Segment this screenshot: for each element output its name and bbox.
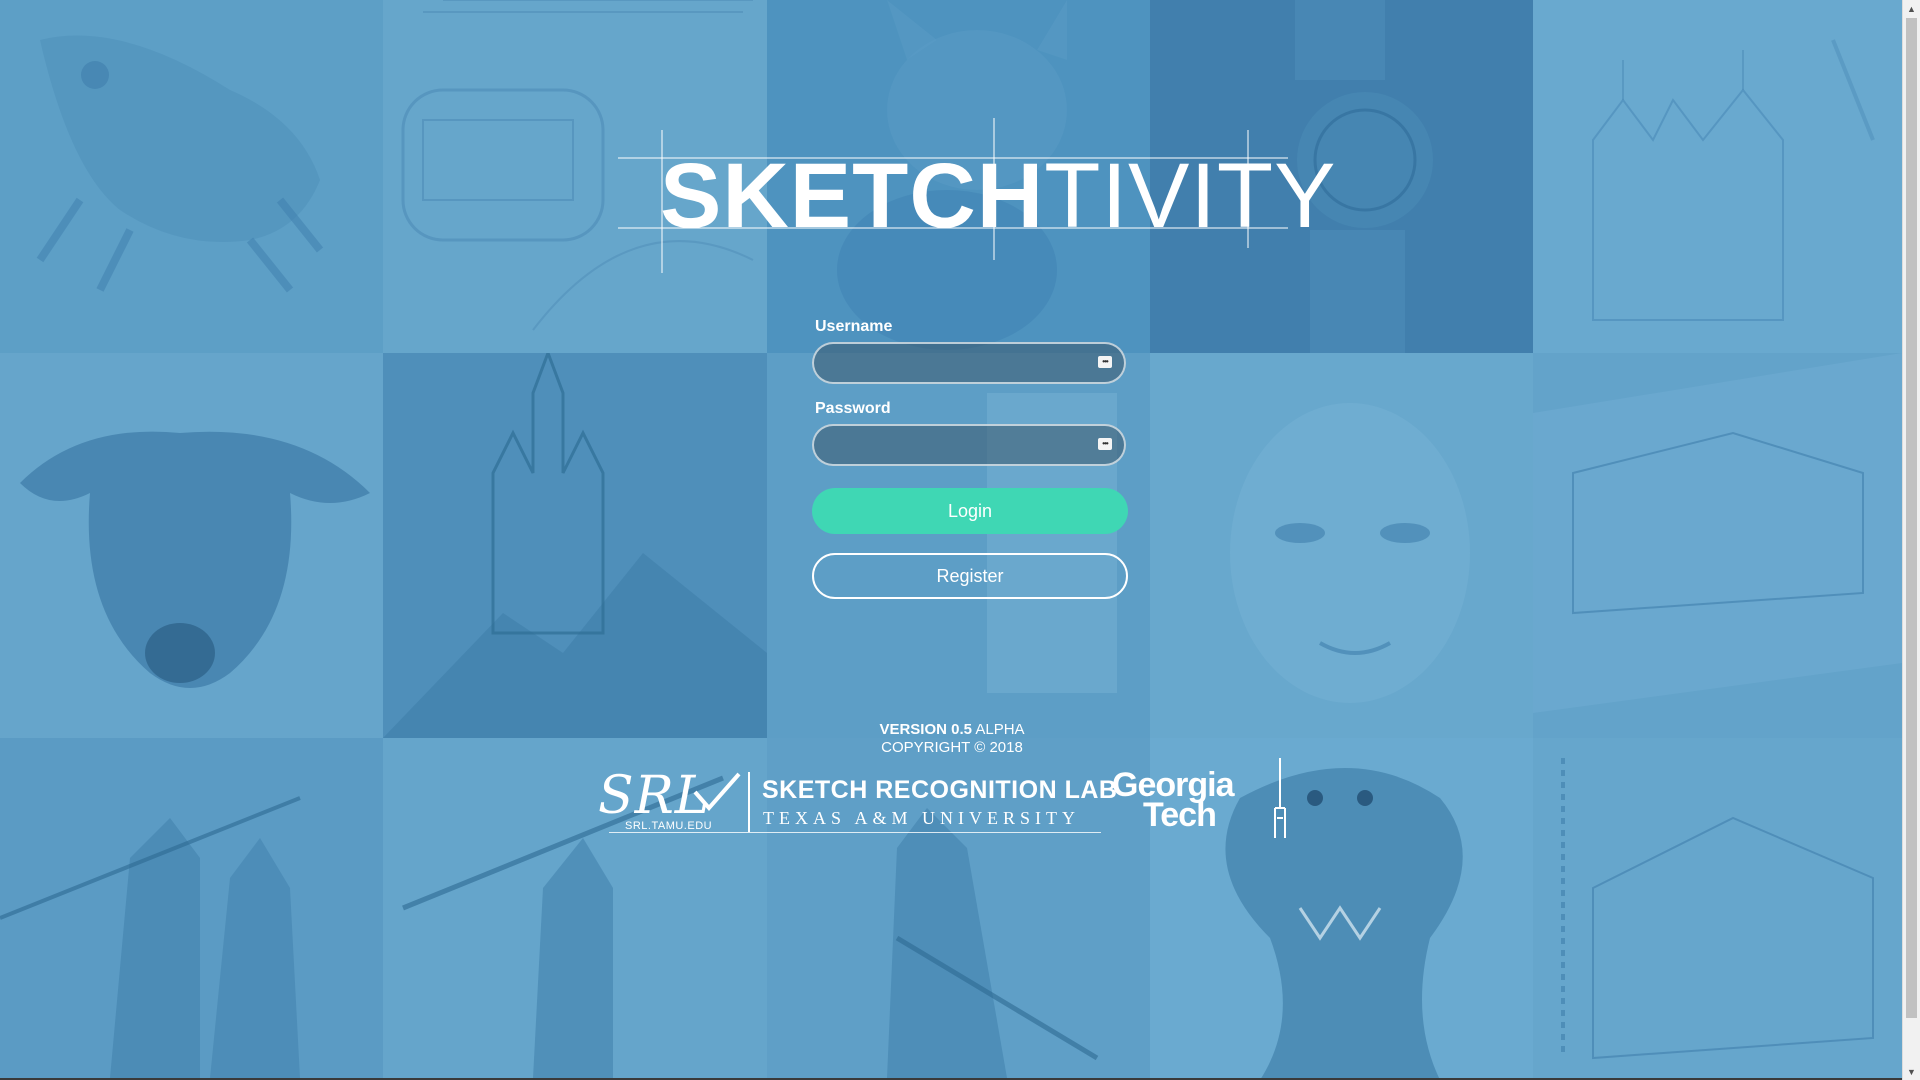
university-name: TEXAS A&M UNIVERSITY [763,808,1081,828]
version-label: VERSION [879,721,947,738]
password-manager-glyph: ••• [1102,439,1108,448]
scrollbar-thumb[interactable] [1906,18,1917,1018]
logo-thin-part: TIVITY [1044,145,1337,247]
version-number: 0.5 [951,721,972,738]
anime-warriors-sketch-tile [0,738,383,1080]
password-field-wrapper: ••• [812,424,1126,466]
frog-sketch-tile [0,0,383,353]
srl-underline [609,832,1101,833]
app-title: SKETCHTIVITY [660,146,1337,246]
partner-logos: SRL SRL.TAMU.EDU SKETCH RECOGNITION LAB … [595,758,1295,838]
username-input[interactable] [812,342,1126,384]
password-input[interactable] [812,424,1126,466]
woman-portrait-sketch-tile [1150,353,1533,738]
password-label: Password [815,400,891,417]
password-manager-icon[interactable]: ••• [1098,356,1112,368]
vertical-scrollbar[interactable]: ▲ ▼ [1902,0,1920,1080]
sketchtivity-logo: SKETCHTIVITY [618,118,1335,273]
password-manager-icon[interactable]: ••• [1098,438,1112,450]
register-button[interactable]: Register [812,553,1128,599]
scroll-up-icon[interactable]: ▲ [1903,0,1920,17]
georgia-tech-tower-icon [1274,758,1286,838]
username-field-wrapper: ••• [812,342,1126,384]
scroll-down-icon[interactable]: ▼ [1903,1063,1920,1080]
password-manager-glyph: ••• [1102,357,1108,366]
version-stage: ALPHA [975,721,1025,738]
castle-sketch-tile [383,353,767,738]
cathedral-sketch-tile [1533,0,1902,353]
town-sketch-tile [1533,738,1902,1080]
version-line: VERSION 0.5 ALPHA [812,721,1092,739]
srl-checkmark-icon [693,772,741,812]
login-form: Username ••• Password ••• Login Register [812,318,1128,599]
lab-name: SKETCH RECOGNITION LAB [762,776,1118,804]
login-button[interactable]: Login [812,488,1128,534]
srl-divider [748,772,750,832]
version-footer: VERSION 0.5 ALPHA COPYRIGHT © 2018 [812,721,1092,757]
logo-bold-part: SKETCH [660,145,1045,247]
username-label: Username [815,318,893,335]
copyright-text: COPYRIGHT © 2018 [881,739,1023,756]
street-sketch-tile [1533,353,1902,738]
srl-url: SRL.TAMU.EDU [625,820,713,832]
georgia-tech-logo-line2: Tech [1143,796,1217,834]
dog-sketch-tile [0,353,383,738]
